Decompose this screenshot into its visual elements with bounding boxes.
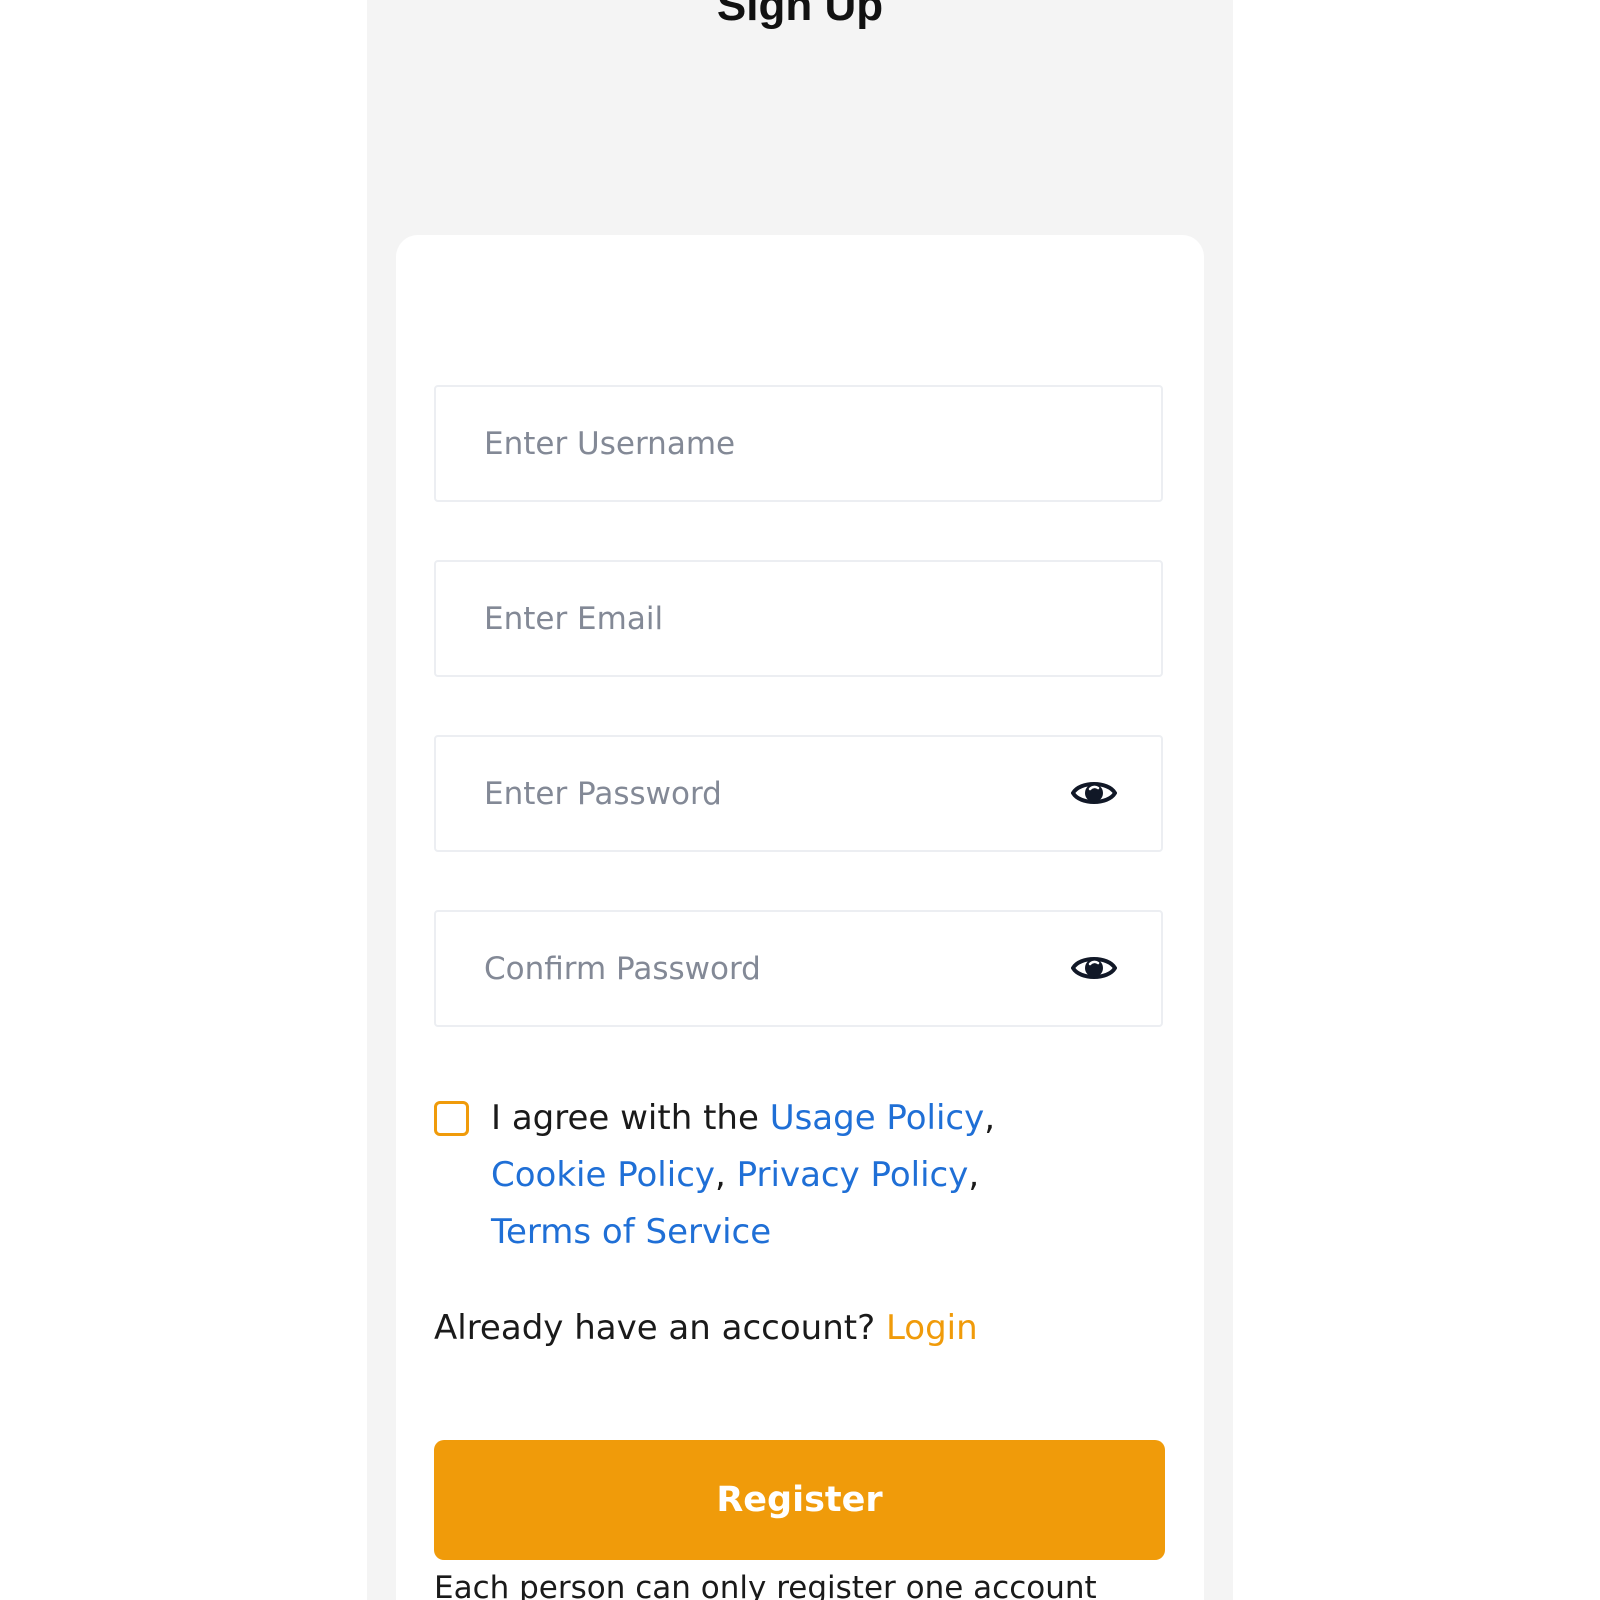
page-title: Sign Up — [716, 0, 884, 30]
register-button[interactable]: Register — [434, 1440, 1165, 1560]
agreement-prefix: I agree with the — [491, 1098, 770, 1138]
login-prompt-row: Already have an account? Login — [434, 1303, 978, 1353]
confirm-password-input[interactable] — [484, 912, 1044, 1025]
separator: , — [984, 1098, 996, 1138]
login-link[interactable]: Login — [886, 1308, 978, 1348]
password-input[interactable] — [484, 737, 1044, 850]
separator: , — [968, 1155, 980, 1195]
email-input[interactable] — [484, 562, 1044, 675]
register-note: Each person can only register one accoun… — [434, 1570, 1097, 1600]
separator: , — [715, 1155, 726, 1195]
password-field — [434, 735, 1163, 852]
login-prompt-text: Already have an account? — [434, 1308, 876, 1348]
username-input[interactable] — [484, 387, 1044, 500]
app-screen: Sign Up I agre — [367, 0, 1233, 1600]
agree-checkbox[interactable] — [434, 1101, 469, 1136]
cookie-policy-link[interactable]: Cookie Policy — [491, 1155, 715, 1195]
username-field — [434, 385, 1163, 502]
terms-of-service-link[interactable]: Terms of Service — [491, 1212, 771, 1252]
eye-icon[interactable] — [1071, 952, 1117, 984]
signup-card: I agree with the Usage Policy, Cookie Po… — [396, 235, 1204, 1600]
agreement-text: I agree with the Usage Policy, Cookie Po… — [491, 1090, 1151, 1261]
usage-policy-link[interactable]: Usage Policy — [770, 1098, 985, 1138]
email-field — [434, 560, 1163, 677]
privacy-policy-link[interactable]: Privacy Policy — [737, 1155, 969, 1195]
confirm-password-field — [434, 910, 1163, 1027]
eye-icon[interactable] — [1071, 777, 1117, 809]
